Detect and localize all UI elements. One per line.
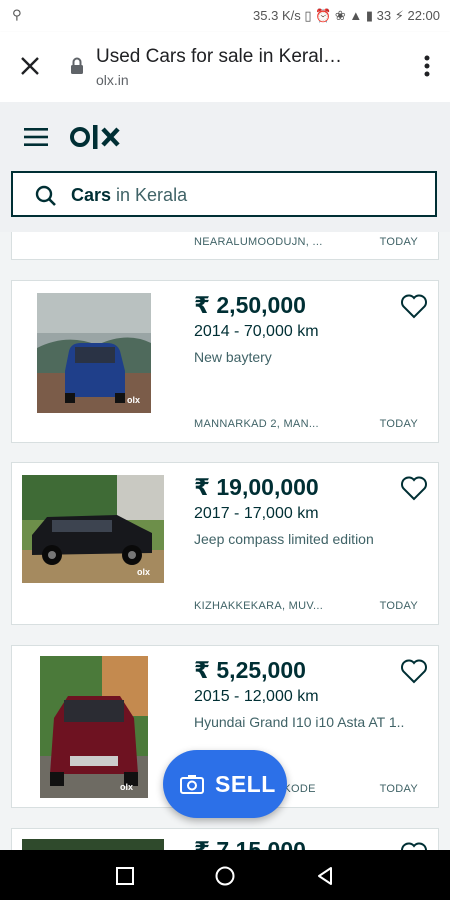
close-icon[interactable] [18, 54, 42, 78]
listing-year-km: 2014 - 70,000 km [194, 323, 319, 340]
page-title[interactable]: Used Cars for sale in Keral… [96, 46, 342, 68]
list-item[interactable]: ₹ 7,15,000 [11, 828, 439, 850]
listing-price: ₹ 7,15,000 [194, 837, 306, 850]
lock-icon [71, 57, 83, 74]
olx-header: Cars in Kerala [0, 102, 450, 232]
favorite-heart-icon[interactable] [400, 293, 428, 319]
status-bar: ⚲ 35.3 K/s ▯ ⏰ ❀ ▲ ▮ 33 ⚡ 22:00 [0, 0, 450, 32]
usb-icon: ⚲ [12, 7, 22, 22]
listing-description: Jeep compass limited edition [194, 531, 374, 547]
recent-apps-icon[interactable] [114, 865, 136, 887]
olx-logo-icon[interactable] [70, 122, 122, 152]
listing-location: MANNARKAD 2, MAN... [194, 418, 319, 430]
search-value: Cars in Kerala [71, 185, 188, 205]
favorite-heart-icon[interactable] [400, 658, 428, 684]
listing-date: TODAY [379, 600, 418, 612]
listing-photo-suv[interactable]: olx [22, 475, 164, 583]
listing-description: New baytery [194, 349, 272, 365]
listing-price: ₹ 19,00,000 [194, 474, 319, 500]
page-domain[interactable]: olx.in [96, 72, 129, 88]
list-item[interactable]: NEARALUMOODUJN, ... TODAY [11, 232, 439, 260]
browser-url-bar: Used Cars for sale in Keral… olx.in [0, 32, 450, 102]
android-nav-bar [0, 850, 450, 900]
status-right: 35.3 K/s ▯ ⏰ ❀ ▲ ▮ 33 ⚡ 22:00 [253, 8, 440, 23]
more-menu-icon[interactable] [424, 54, 430, 78]
hamburger-menu-icon[interactable] [24, 127, 48, 147]
search-icon [35, 185, 56, 206]
svg-text:olx: olx [137, 567, 150, 577]
back-icon[interactable] [314, 865, 336, 887]
svg-text:olx: olx [127, 395, 140, 405]
listing-price: ₹ 5,25,000 [194, 657, 306, 683]
home-icon[interactable] [214, 865, 236, 887]
listing-year-km: 2017 - 17,000 km [194, 505, 319, 522]
list-item[interactable]: olx ₹ 2,50,000 2014 - 70,000 km New bayt… [11, 280, 439, 443]
sell-button[interactable]: SELL [163, 750, 287, 818]
listing-photo[interactable] [22, 839, 164, 850]
search-input[interactable]: Cars in Kerala [11, 171, 437, 217]
camera-icon [180, 775, 204, 794]
listing-year-km: 2015 - 12,000 km [194, 688, 319, 705]
listing-description: Hyundai Grand I10 i10 Asta AT 1... [194, 714, 404, 730]
listing-date: TODAY [379, 236, 418, 248]
list-item[interactable]: olx ₹ 19,00,000 2017 - 17,000 km Jeep co… [11, 462, 439, 625]
listing-location: KIZHAKKEKARA, MUV... [194, 600, 324, 612]
favorite-heart-icon[interactable] [400, 475, 428, 501]
listing-photo-red-hatchback[interactable]: olx [40, 656, 148, 798]
listing-location: NEARALUMOODUJN, ... [194, 236, 323, 248]
listing-date: TODAY [379, 783, 418, 795]
favorite-heart-icon[interactable] [400, 841, 428, 850]
svg-text:olx: olx [120, 782, 133, 792]
listing-photo-hatchback[interactable]: olx [37, 293, 151, 413]
listing-date: TODAY [379, 418, 418, 430]
sell-label: SELL [215, 771, 276, 797]
listing-price: ₹ 2,50,000 [194, 292, 306, 318]
